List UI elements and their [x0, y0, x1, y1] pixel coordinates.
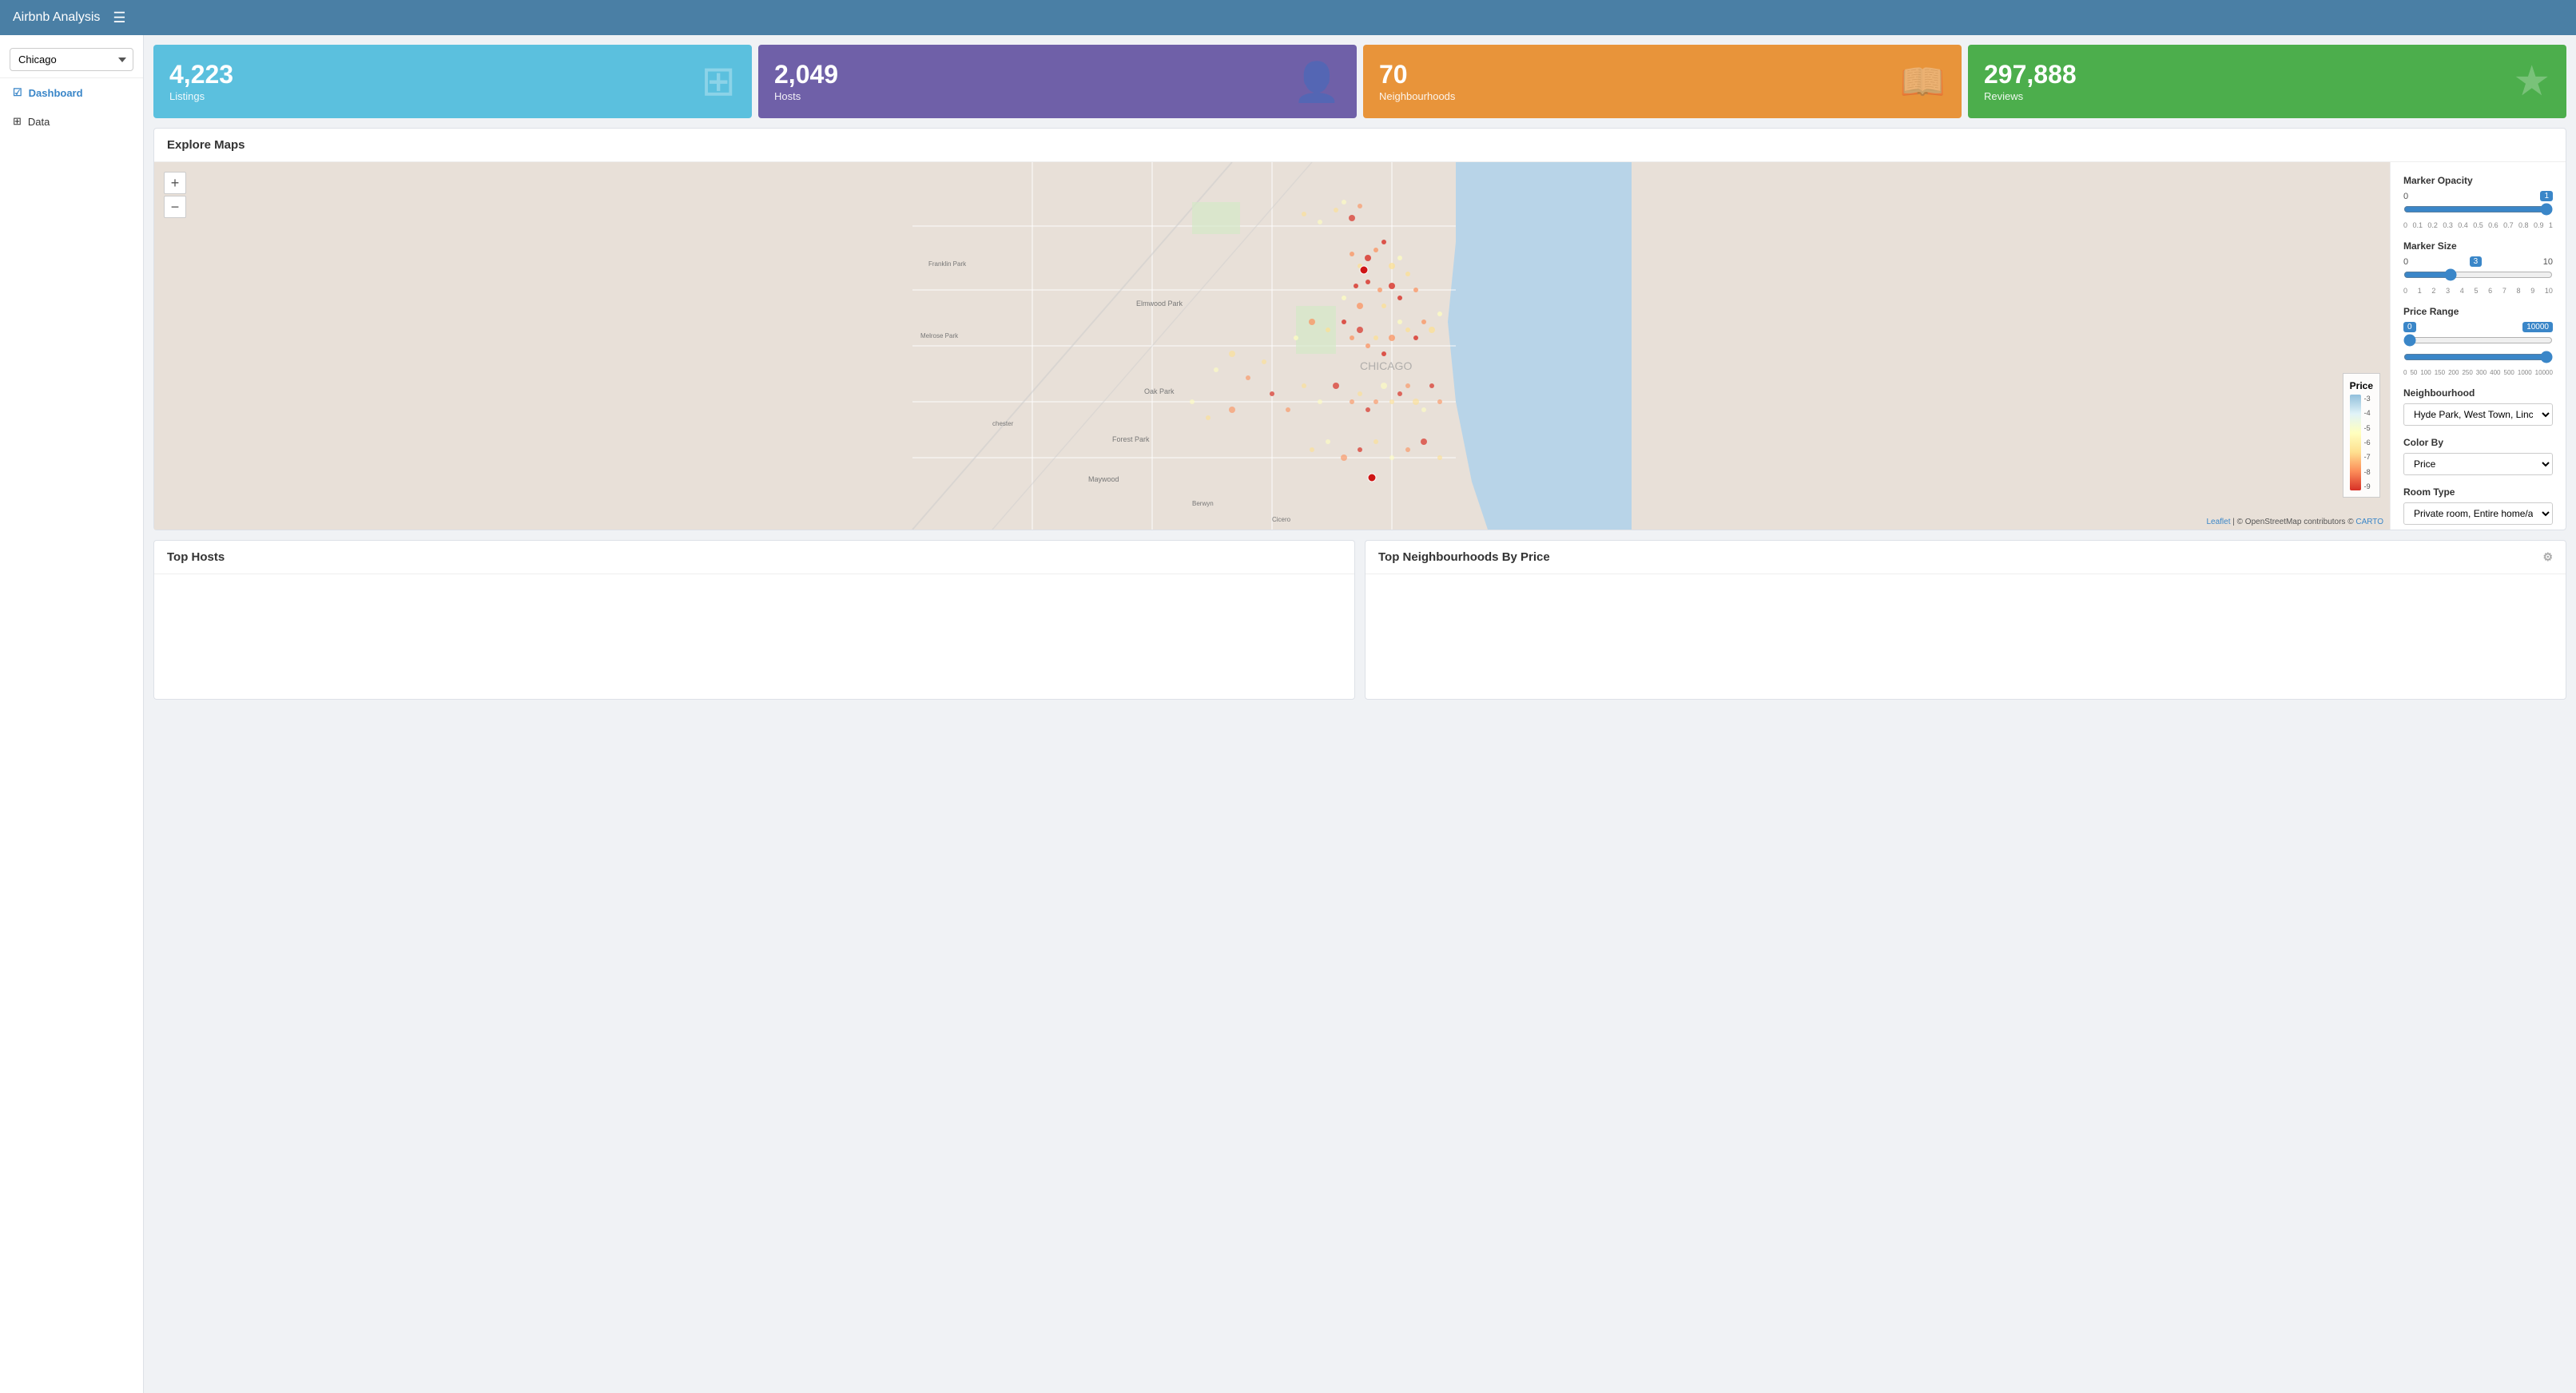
map-legend: Price -3 -4 -5 -6 -7 -8 -9 — [2343, 373, 2380, 498]
price-range-control: Price Range 0 10000 05010015020025030040… — [2403, 306, 2553, 376]
stat-card-neighbourhoods: 70 Neighbourhoods 📖 — [1363, 45, 1962, 118]
hamburger-icon[interactable]: ☰ — [113, 10, 125, 26]
reviews-icon: ★ — [2513, 58, 2550, 105]
top-hosts-header: Top Hosts — [154, 541, 1354, 574]
map-area[interactable]: CHICAGO Franklin Park Melrose Park Elmwo… — [154, 162, 2390, 530]
map-svg: CHICAGO Franklin Park Melrose Park Elmwo… — [154, 162, 2390, 530]
svg-text:Forest Park: Forest Park — [1112, 435, 1150, 443]
controls-panel: Marker Opacity 0 1 00.10.20.30.40.50.60.… — [2390, 162, 2566, 530]
stat-card-listings: 4,223 Listings ⊞ — [153, 45, 752, 118]
explore-maps-title: Explore Maps — [167, 138, 245, 152]
svg-text:Oak Park: Oak Park — [1144, 387, 1175, 395]
price-min-value: 0 — [2403, 322, 2416, 332]
marker-opacity-slider[interactable] — [2403, 203, 2553, 216]
city-select[interactable]: Chicago New York Los Angeles Seattle — [10, 48, 133, 71]
zoom-in-button[interactable]: + — [164, 172, 186, 194]
neighbourhood-label: Neighbourhood — [2403, 387, 2553, 399]
neighbourhoods-number: 70 — [1379, 62, 1455, 87]
sidebar-item-label-dashboard: Dashboard — [29, 87, 83, 99]
data-icon: ⊞ — [13, 115, 22, 128]
carto-link[interactable]: CARTO — [2355, 518, 2383, 526]
map-zoom-controls: + − — [164, 172, 186, 218]
svg-text:Elmwood Park: Elmwood Park — [1136, 300, 1183, 308]
sidebar-item-label-data: Data — [28, 116, 50, 128]
stats-row: 4,223 Listings ⊞ 2,049 Hosts 👤 70 Neighb… — [153, 45, 2566, 118]
attribution-contrib: contributors © — [2304, 518, 2355, 526]
price-max-slider[interactable] — [2403, 351, 2553, 363]
attribution-osm: | © OpenStreetMap — [2232, 518, 2301, 526]
city-selector-wrapper: Chicago New York Los Angeles Seattle — [0, 42, 143, 78]
explore-maps-header: Explore Maps — [154, 129, 2566, 162]
zoom-out-button[interactable]: − — [164, 196, 186, 218]
marker-opacity-ticks: 00.10.20.30.40.50.60.70.80.91 — [2403, 221, 2553, 229]
price-ticks: 050100150200250300400500100010000 — [2403, 369, 2553, 376]
svg-text:Melrose Park: Melrose Park — [920, 332, 959, 339]
marker-size-control: Marker Size 0 3 10 012345678910 — [2403, 240, 2553, 295]
map-container: CHICAGO Franklin Park Melrose Park Elmwo… — [154, 162, 2566, 530]
dashboard-icon: ☑ — [13, 86, 22, 99]
reviews-label: Reviews — [1984, 90, 2077, 102]
room-type-control: Room Type Private room, Entire home/apt,… — [2403, 486, 2553, 525]
color-by-label: Color By — [2403, 437, 2553, 448]
gear-icon[interactable]: ⚙ — [2542, 550, 2553, 564]
top-neighbourhoods-header: Top Neighbourhoods By Price ⚙ — [1366, 541, 2566, 574]
marker-size-slider[interactable] — [2403, 268, 2553, 281]
legend-title: Price — [2350, 380, 2373, 391]
svg-text:Cicero: Cicero — [1272, 516, 1291, 523]
stat-card-reviews: 297,888 Reviews ★ — [1968, 45, 2566, 118]
neighbourhood-control: Neighbourhood Hyde Park, West Town, Linc… — [2403, 387, 2553, 426]
hosts-label: Hosts — [774, 90, 838, 102]
color-by-select[interactable]: Price Room Type Rating — [2403, 453, 2553, 475]
app-header: Airbnb Analysis ☰ — [0, 0, 2576, 35]
main-layout: Chicago New York Los Angeles Seattle ☑ D… — [0, 35, 2576, 1393]
room-type-select[interactable]: Private room, Entire home/apt, Shared... — [2403, 502, 2553, 525]
svg-text:Maywood: Maywood — [1088, 475, 1119, 483]
app-title: Airbnb Analysis — [13, 10, 100, 25]
color-by-control: Color By Price Room Type Rating — [2403, 437, 2553, 475]
top-neighbourhoods-card: Top Neighbourhoods By Price ⚙ — [1365, 540, 2566, 700]
neighbourhoods-icon: 📖 — [1900, 60, 1946, 104]
svg-text:Franklin Park: Franklin Park — [928, 260, 967, 268]
top-neighbourhoods-title: Top Neighbourhoods By Price — [1378, 550, 1550, 564]
svg-text:CHICAGO: CHICAGO — [1360, 359, 1412, 372]
marker-opacity-control: Marker Opacity 0 1 00.10.20.30.40.50.60.… — [2403, 175, 2553, 229]
marker-size-value: 3 — [2470, 256, 2483, 267]
map-attribution: Leaflet | © OpenStreetMap contributors ©… — [2206, 518, 2383, 526]
marker-size-label: Marker Size — [2403, 240, 2553, 252]
price-range-label: Price Range — [2403, 306, 2553, 317]
marker-size-max: 10 — [2543, 257, 2553, 267]
hosts-icon: 👤 — [1293, 59, 1341, 105]
hosts-number: 2,049 — [774, 62, 838, 87]
neighbourhoods-label: Neighbourhoods — [1379, 90, 1455, 102]
room-type-label: Room Type — [2403, 486, 2553, 498]
top-hosts-title: Top Hosts — [167, 550, 225, 564]
listings-number: 4,223 — [169, 62, 233, 87]
top-hosts-card: Top Hosts — [153, 540, 1355, 700]
content-area: 4,223 Listings ⊞ 2,049 Hosts 👤 70 Neighb… — [144, 35, 2576, 1393]
sidebar-item-data[interactable]: ⊞ Data — [0, 107, 143, 136]
listings-icon: ⊞ — [701, 58, 736, 105]
price-min-slider[interactable] — [2403, 334, 2553, 347]
marker-opacity-label: Marker Opacity — [2403, 175, 2553, 186]
sidebar: Chicago New York Los Angeles Seattle ☑ D… — [0, 35, 144, 1393]
sidebar-item-dashboard[interactable]: ☑ Dashboard — [0, 78, 143, 107]
reviews-number: 297,888 — [1984, 62, 2077, 87]
leaflet-link[interactable]: Leaflet — [2206, 518, 2230, 526]
stat-card-hosts: 2,049 Hosts 👤 — [758, 45, 1357, 118]
svg-text:chester: chester — [992, 420, 1014, 427]
price-max-value: 10000 — [2522, 322, 2553, 332]
explore-maps-section: Explore Maps — [153, 128, 2566, 530]
marker-opacity-value: 1 — [2540, 191, 2553, 201]
marker-size-min: 0 — [2403, 257, 2408, 267]
neighbourhood-select[interactable]: Hyde Park, West Town, Lincoln Park, L... — [2403, 403, 2553, 426]
marker-size-ticks: 012345678910 — [2403, 287, 2553, 295]
listings-label: Listings — [169, 90, 233, 102]
marker-opacity-min: 0 — [2403, 192, 2408, 201]
bottom-row: Top Hosts Top Neighbourhoods By Price ⚙ — [153, 540, 2566, 700]
svg-text:Berwyn: Berwyn — [1192, 500, 1214, 507]
